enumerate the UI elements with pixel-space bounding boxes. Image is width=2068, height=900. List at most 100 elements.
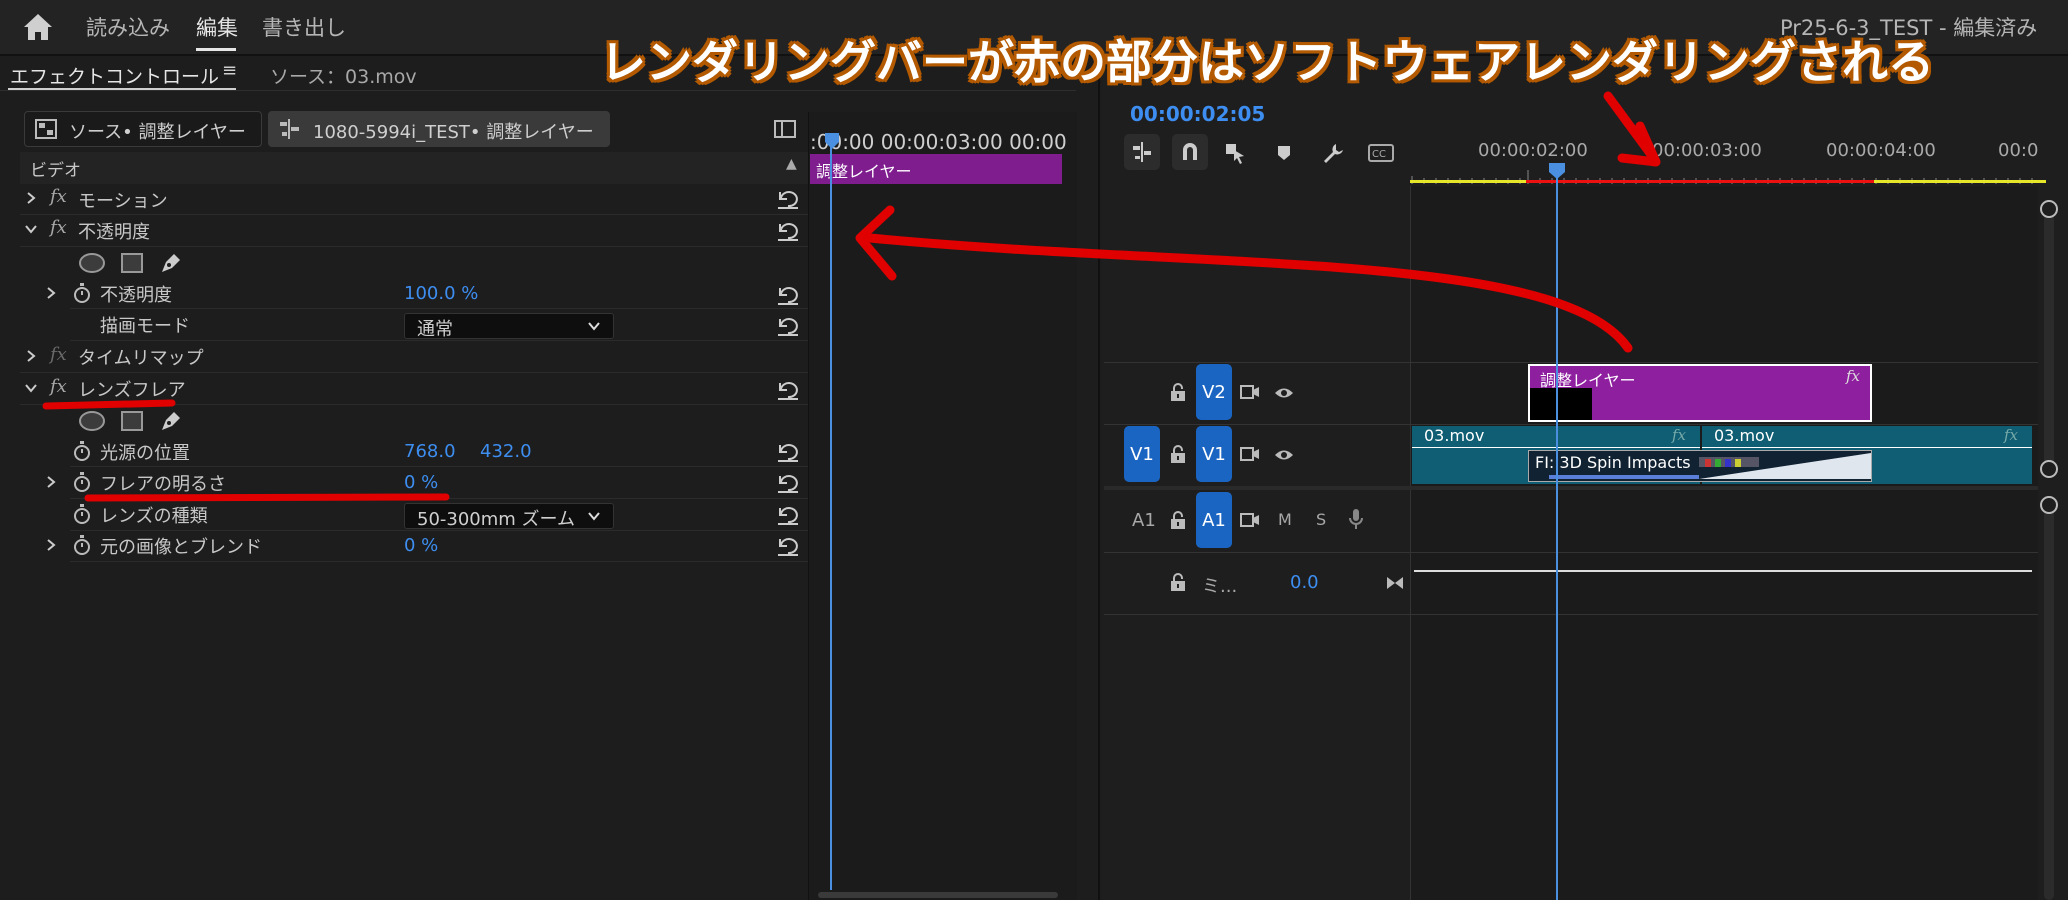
rectangle-mask-icon[interactable]	[120, 252, 144, 274]
mix-volume-value[interactable]: 0.0	[1290, 572, 1319, 593]
track-v2-target[interactable]: V2	[1196, 364, 1232, 420]
reset-icon[interactable]	[774, 220, 800, 242]
flare-brightness-value[interactable]: 0 %	[404, 472, 438, 493]
reset-icon[interactable]	[774, 284, 800, 306]
lock-icon[interactable]	[1170, 444, 1186, 464]
ellipse-mask-icon[interactable]	[78, 410, 106, 432]
mute-button[interactable]: M	[1278, 510, 1292, 529]
menu-edit[interactable]: 編集	[196, 12, 238, 42]
eye-icon[interactable]	[1274, 386, 1294, 400]
reset-icon[interactable]	[774, 188, 800, 210]
effect-time-remap[interactable]: タイムリマップ	[78, 344, 204, 370]
marker-icon[interactable]	[1276, 144, 1292, 162]
flare-center-x[interactable]: 768.0	[404, 441, 456, 462]
tab-source[interactable]: ソース：03.mov	[270, 62, 417, 89]
reset-icon[interactable]	[774, 535, 800, 557]
chevron-right-icon[interactable]	[44, 286, 58, 300]
chevron-right-icon[interactable]	[44, 475, 58, 489]
panel-toggle-icon[interactable]	[774, 120, 796, 138]
reset-icon[interactable]	[774, 315, 800, 337]
lock-icon[interactable]	[1170, 382, 1186, 402]
sync-lock-icon[interactable]	[1240, 384, 1260, 400]
clip-thumbnail	[1530, 388, 1592, 420]
param-opacity-value[interactable]: 100.0 %	[404, 283, 478, 304]
chevron-right-icon[interactable]	[24, 349, 38, 363]
menu-export[interactable]: 書き出し	[262, 12, 346, 42]
solo-button[interactable]: S	[1316, 510, 1326, 529]
chevron-down-icon[interactable]	[24, 222, 38, 236]
source-v1-patch[interactable]: V1	[1124, 426, 1160, 482]
effect-motion[interactable]: モーション	[78, 187, 168, 213]
rectangle-mask-icon[interactable]	[120, 410, 144, 432]
reset-icon[interactable]	[774, 441, 800, 463]
row-divider	[20, 214, 810, 215]
blend-mode-dropdown[interactable]: 通常	[404, 313, 614, 340]
panel-menu-icon[interactable]: ≡	[222, 60, 237, 81]
linked-selection-icon[interactable]	[1224, 142, 1246, 164]
stopwatch-icon[interactable]	[72, 471, 92, 493]
track-a1-target[interactable]: A1	[1196, 492, 1232, 548]
blend-original-value[interactable]: 0 %	[404, 535, 438, 556]
ec-playhead-marker[interactable]	[824, 132, 840, 150]
video-tracks-scrollbar[interactable]	[2044, 200, 2054, 472]
lock-icon[interactable]	[1170, 510, 1186, 530]
track-v1-target[interactable]: V1	[1196, 426, 1232, 482]
effect-controls-timeline[interactable]	[808, 112, 1077, 900]
lens-type-dropdown[interactable]: 50-300mm ズーム	[404, 503, 614, 530]
scrollbar-handle[interactable]	[2040, 200, 2058, 218]
ec-mini-scrollbar[interactable]	[818, 892, 1058, 898]
reset-icon[interactable]	[774, 472, 800, 494]
microphone-icon[interactable]	[1348, 508, 1364, 530]
fx-icon[interactable]: fx	[50, 186, 67, 207]
stopwatch-icon[interactable]	[72, 282, 92, 304]
bowtie-icon[interactable]	[1386, 576, 1404, 590]
ruler-label: 00:00:04:00	[1826, 140, 1936, 161]
lock-icon[interactable]	[1170, 572, 1186, 592]
source-a1-patch[interactable]: A1	[1132, 510, 1156, 531]
reset-icon[interactable]	[774, 504, 800, 526]
captions-icon[interactable]: CC	[1368, 144, 1394, 162]
scrollbar-handle[interactable]	[2040, 460, 2058, 478]
effect-opacity[interactable]: 不透明度	[78, 218, 150, 244]
ec-adjustment-layer-bar[interactable]: 調整レイヤー	[810, 154, 1062, 184]
fx-icon[interactable]: fx	[50, 376, 67, 397]
eye-icon[interactable]	[1274, 448, 1294, 462]
wrench-icon[interactable]	[1322, 142, 1344, 164]
collapse-up-icon[interactable]: ▲	[786, 156, 797, 172]
snap-button[interactable]	[1172, 134, 1208, 170]
sequence-clip-selector[interactable]: 1080-5994i_TEST• 調整レイヤー	[268, 111, 610, 147]
sync-lock-icon[interactable]	[1240, 512, 1260, 528]
timeline-playhead-marker[interactable]	[1548, 162, 1566, 180]
row-divider	[20, 404, 810, 405]
pen-mask-icon[interactable]	[158, 250, 184, 276]
clip-body	[1592, 388, 1870, 420]
scrollbar-handle[interactable]	[2040, 496, 2058, 514]
track-headers	[1104, 186, 1410, 900]
ec-playhead-line[interactable]	[830, 134, 832, 890]
pen-mask-icon[interactable]	[158, 408, 184, 434]
source-clip-selector[interactable]: ソース• 調整レイヤー	[24, 111, 262, 147]
timeline-playhead-line[interactable]	[1556, 170, 1558, 900]
home-icon[interactable]	[22, 12, 54, 42]
chevron-right-icon[interactable]	[44, 538, 58, 552]
sync-lock-icon[interactable]	[1240, 446, 1260, 462]
audio-tracks-scrollbar[interactable]	[2044, 498, 2054, 900]
transition-clip[interactable]: FI: 3D Spin Impacts	[1528, 450, 1872, 482]
adjustment-layer-clip[interactable]: 調整レイヤー fx	[1528, 364, 1872, 422]
tab-effect-controls[interactable]: エフェクトコントロール	[10, 62, 219, 89]
ellipse-mask-icon[interactable]	[78, 252, 106, 274]
timeline-timecode[interactable]: 00:00:02:05	[1130, 102, 1265, 126]
track-area[interactable]	[1410, 186, 2038, 900]
chevron-right-icon[interactable]	[24, 191, 38, 205]
chevron-down-icon[interactable]	[24, 381, 38, 395]
flare-center-y[interactable]: 432.0	[480, 441, 532, 462]
fx-icon[interactable]: fx	[50, 217, 67, 238]
fx-icon[interactable]: fx	[50, 344, 67, 365]
stopwatch-icon[interactable]	[72, 440, 92, 462]
insert-sequence-button[interactable]	[1124, 134, 1160, 170]
stopwatch-icon[interactable]	[72, 534, 92, 556]
stopwatch-icon[interactable]	[72, 503, 92, 525]
effect-lens-flare[interactable]: レンズフレア	[78, 376, 186, 402]
reset-icon[interactable]	[774, 379, 800, 401]
menu-import[interactable]: 読み込み	[86, 12, 170, 42]
